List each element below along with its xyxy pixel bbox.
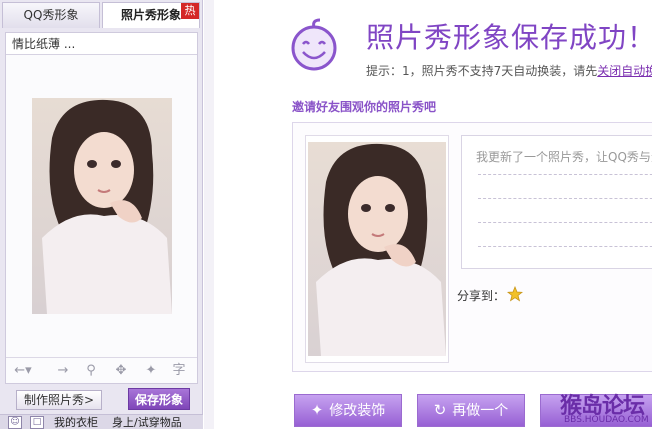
share-message-input[interactable]: 我更新了一个照片秀，让QQ秀与众 xyxy=(461,135,652,269)
result-photo xyxy=(308,142,446,356)
make-another-button[interactable]: ↻ 再做一个 xyxy=(417,394,525,427)
preview-photo xyxy=(32,98,172,314)
dashed-line xyxy=(478,198,652,199)
tip-text: 提示：1，照片秀不支持7天自动换装，请先关闭自动换装 xyxy=(366,62,652,79)
share-box: 我更新了一个照片秀，让QQ秀与众 分享到： xyxy=(292,122,652,372)
person-icon[interactable]: ☺ xyxy=(8,416,22,429)
dashed-line xyxy=(478,174,652,175)
wardrobe-icon[interactable]: □ xyxy=(30,416,44,429)
tab-qq-show-label: QQ秀形象 xyxy=(23,8,79,22)
left-panel: QQ秀形象 照片秀形象 热 情比纸薄 ... ←▾ → ⚲ ✥ ✦ 字 制作照片… xyxy=(0,0,203,429)
magic-wand-icon[interactable]: ✦ xyxy=(142,362,160,380)
tip-prefix: 提示：1，照片秀不支持7天自动换装，请先 xyxy=(366,64,598,78)
move-icon[interactable]: ✥ xyxy=(112,362,130,380)
tab-bar: QQ秀形象 照片秀形象 热 xyxy=(0,0,203,28)
main-content: 照片秀形象保存成功！ 提示：1，照片秀不支持7天自动换装，请先关闭自动换装 邀请… xyxy=(214,0,652,429)
tab-photo-show[interactable]: 照片秀形象 热 xyxy=(102,2,200,28)
edit-decoration-button[interactable]: ✦ 修改装饰 xyxy=(294,394,402,427)
preview-panel: 情比纸薄 ... ←▾ → ⚲ ✥ ✦ 字 xyxy=(5,32,198,384)
save-image-button[interactable]: 保存形象 xyxy=(128,388,190,410)
smile-icon xyxy=(291,18,337,71)
hot-badge: 热 xyxy=(181,3,199,19)
tab-photo-show-label: 照片秀形象 xyxy=(120,8,181,22)
watermark-logo: 猴岛论坛 BBS.HOUDAO.COM xyxy=(560,388,652,429)
bottom-bar: ☺ □ 我的衣柜 身上/试穿物品 xyxy=(0,414,203,429)
page-title: 照片秀形象保存成功！ xyxy=(366,21,652,54)
dashed-line xyxy=(478,246,652,247)
divider xyxy=(204,0,214,429)
invite-heading: 邀请好友围观你的照片秀吧 xyxy=(292,100,437,114)
magic-wand-icon: ✦ xyxy=(310,401,324,419)
watermark-url: BBS.HOUDAO.COM xyxy=(564,415,649,425)
zoom-icon[interactable]: ⚲ xyxy=(82,362,100,380)
edit-decoration-label: 修改装饰 xyxy=(329,403,386,419)
album-dropdown[interactable]: 情比纸薄 ... xyxy=(6,33,197,55)
qzone-star-icon[interactable] xyxy=(507,286,523,302)
undo-icon[interactable]: ←▾ xyxy=(14,362,32,380)
redo-icon[interactable]: → xyxy=(54,362,72,380)
share-message-text: 我更新了一个照片秀，让QQ秀与众 xyxy=(476,150,652,164)
text-tool-icon[interactable]: 字 xyxy=(170,362,188,380)
refresh-icon: ↻ xyxy=(433,401,447,419)
make-photo-show-button[interactable]: 制作照片秀> xyxy=(16,390,102,410)
dashed-line xyxy=(478,222,652,223)
photo-frame xyxy=(305,135,449,363)
share-label: 分享到： xyxy=(457,289,506,303)
tab-qq-show[interactable]: QQ秀形象 xyxy=(2,2,100,28)
close-auto-change-link[interactable]: 关闭自动换装 xyxy=(597,64,652,78)
my-wardrobe-link[interactable]: 我的衣柜 xyxy=(54,415,98,429)
photo-toolbar: ←▾ → ⚲ ✥ ✦ 字 xyxy=(6,357,197,383)
make-another-label: 再做一个 xyxy=(452,403,509,419)
worn-items-link[interactable]: 身上/试穿物品 xyxy=(112,415,182,429)
